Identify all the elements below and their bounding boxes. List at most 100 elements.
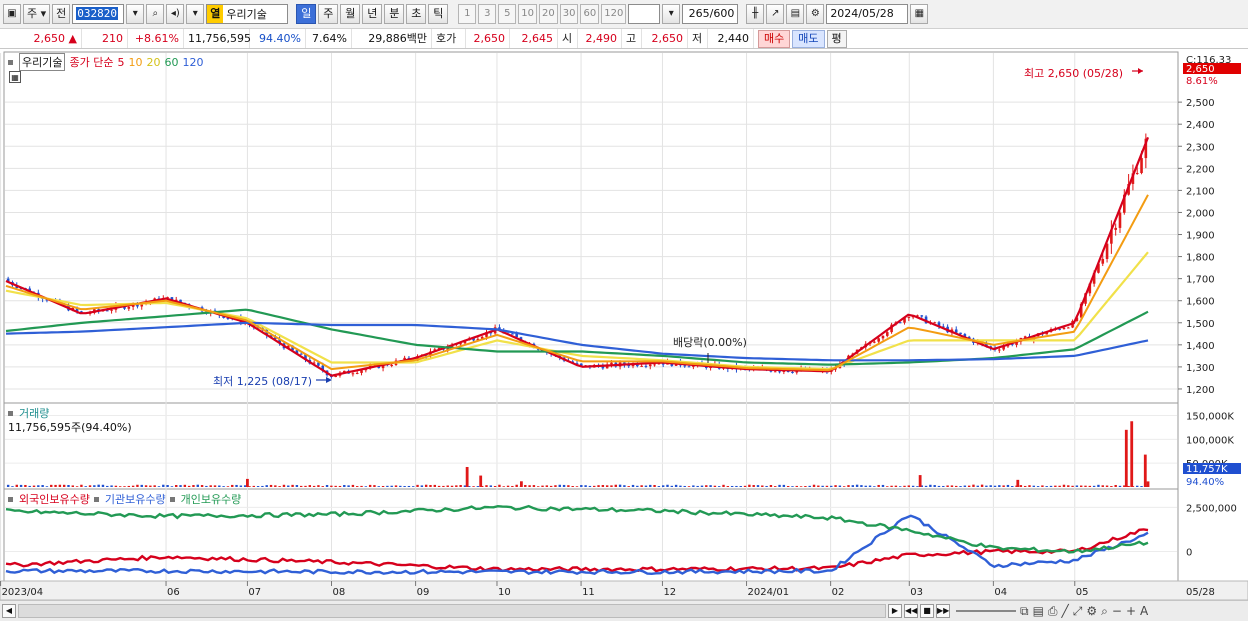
ma-60-label: 60 bbox=[164, 55, 179, 69]
sell-button[interactable]: 매도 bbox=[792, 29, 825, 48]
volume-bar bbox=[179, 485, 182, 487]
chart-canvas[interactable]: 2,500 2,400 2,300 2,200 2,100 2,000 1,900 1,800… bbox=[0, 50, 1248, 600]
date-field[interactable]: 2024/05/28 bbox=[826, 4, 909, 24]
volume-bar bbox=[666, 484, 669, 487]
volume-bar bbox=[950, 485, 954, 487]
volume-bar bbox=[368, 484, 372, 487]
volume-bar bbox=[235, 484, 238, 487]
period-minute[interactable]: 분 bbox=[384, 4, 405, 24]
scroll-left-button[interactable]: ◀ bbox=[2, 604, 16, 618]
forward-button[interactable]: ▶▶ bbox=[936, 604, 950, 618]
volume-bar bbox=[687, 486, 691, 487]
volume-bar bbox=[963, 485, 967, 487]
window-menu-icon[interactable]: ▣ bbox=[3, 4, 21, 24]
volume-bar bbox=[1002, 485, 1005, 487]
search-icon[interactable]: ⌕ bbox=[146, 4, 165, 24]
volume-bar bbox=[424, 484, 428, 487]
interval-10[interactable]: 10 bbox=[518, 4, 538, 24]
volume-bar bbox=[967, 485, 971, 487]
volume-bar bbox=[937, 485, 941, 487]
price-stock-tag[interactable]: 우리기술 bbox=[19, 53, 66, 71]
grid-toggle-icon[interactable]: ▦ bbox=[9, 71, 21, 83]
stop-button[interactable]: ■ bbox=[920, 604, 934, 618]
code-dropdown-icon[interactable]: ▾ bbox=[126, 4, 145, 24]
low-label: 저 bbox=[688, 29, 708, 48]
volume-bar bbox=[308, 485, 312, 487]
volume-bar bbox=[459, 485, 462, 487]
speaker-dropdown-icon[interactable]: ▾ bbox=[186, 4, 205, 24]
volume-bar-highlight bbox=[1016, 479, 1020, 487]
interval-30[interactable]: 30 bbox=[559, 4, 579, 24]
speaker-icon[interactable]: ◂) bbox=[166, 4, 185, 24]
auto-scale-icon[interactable]: A bbox=[1140, 604, 1148, 618]
interval-3[interactable]: 3 bbox=[478, 4, 497, 24]
stock-code-input[interactable]: 032820 bbox=[72, 4, 125, 24]
zoom-icon[interactable]: ⌕ bbox=[1101, 604, 1108, 619]
volume-bar bbox=[334, 485, 337, 487]
volume-bar bbox=[980, 484, 984, 487]
interval-dropdown-icon[interactable]: ▾ bbox=[662, 4, 681, 24]
zoom-out-icon[interactable]: − bbox=[1112, 604, 1122, 618]
prev-stock-button[interactable]: 전 bbox=[52, 4, 71, 24]
stock-name-box[interactable]: 열 우리기술 bbox=[206, 4, 289, 24]
period-second[interactable]: 초 bbox=[406, 4, 427, 24]
gear-icon[interactable]: ⚙ bbox=[806, 4, 825, 24]
interval-1[interactable]: 1 bbox=[458, 4, 477, 24]
print-icon[interactable]: ⎙ bbox=[1048, 604, 1058, 619]
volume-bar bbox=[713, 485, 717, 487]
legend-square-icon bbox=[8, 496, 13, 502]
layout-icon[interactable]: ▤ bbox=[1033, 604, 1044, 618]
chart-area[interactable]: 2,500 2,400 2,300 2,200 2,100 2,000 1,900 1,800… bbox=[0, 50, 1248, 621]
ma-20-label: 20 bbox=[146, 55, 161, 69]
volume-bar bbox=[287, 485, 290, 487]
period-year[interactable]: 년 bbox=[362, 4, 383, 24]
high-price: 2,650 bbox=[642, 29, 688, 48]
volume-bar bbox=[933, 485, 936, 487]
candle-body bbox=[351, 373, 355, 375]
average-button[interactable]: 평 bbox=[826, 29, 847, 48]
market-select[interactable]: 주 ▾ bbox=[23, 4, 51, 24]
volume-bar bbox=[403, 486, 406, 487]
custom-interval-input[interactable] bbox=[628, 4, 661, 24]
volume-bar bbox=[774, 486, 777, 487]
volume-bar bbox=[101, 484, 105, 487]
interval-20[interactable]: 20 bbox=[539, 4, 558, 24]
copy-icon[interactable]: ⧉ bbox=[1020, 604, 1029, 619]
calendar-icon[interactable]: ▦ bbox=[910, 4, 929, 24]
volume-bar bbox=[709, 485, 712, 487]
stock-tag-badge: 열 bbox=[207, 5, 224, 23]
interval-60[interactable]: 60 bbox=[580, 4, 600, 24]
zoom-in-icon[interactable]: + bbox=[1126, 604, 1136, 618]
volume-bar bbox=[795, 485, 798, 487]
volume-bar bbox=[19, 484, 23, 487]
buy-button[interactable]: 매수 bbox=[758, 29, 791, 48]
settings-small-icon[interactable]: ⚙ bbox=[1086, 604, 1097, 618]
zoom-slider[interactable] bbox=[956, 610, 1016, 612]
line-tool-icon[interactable]: ╱ bbox=[1062, 604, 1069, 618]
volume-bar bbox=[782, 484, 786, 487]
save-icon[interactable]: ▤ bbox=[786, 4, 805, 24]
volume-bar bbox=[623, 485, 626, 487]
volume-bar bbox=[618, 484, 622, 487]
volume-bar bbox=[437, 485, 441, 487]
period-tick[interactable]: 틱 bbox=[428, 4, 449, 24]
scroll-right-button[interactable]: ▶ bbox=[888, 604, 902, 618]
interval-5[interactable]: 5 bbox=[498, 4, 517, 24]
volume-bar bbox=[545, 485, 549, 487]
scroll-track[interactable] bbox=[18, 604, 886, 618]
volume-bar bbox=[765, 485, 768, 487]
trend-tool-icon[interactable]: ⤢ bbox=[1073, 604, 1083, 619]
period-day[interactable]: 일 bbox=[296, 4, 317, 24]
volume-bar bbox=[1118, 485, 1122, 487]
volume-bar bbox=[209, 485, 212, 487]
draw-tool-icon[interactable]: ↗ bbox=[766, 4, 785, 24]
period-month[interactable]: 월 bbox=[340, 4, 361, 24]
data-count-field[interactable]: 265/600 bbox=[682, 4, 739, 24]
period-week[interactable]: 주 bbox=[318, 4, 339, 24]
candle-body bbox=[1135, 173, 1139, 175]
candle-type-icon[interactable]: ╫ bbox=[746, 4, 765, 24]
interval-120[interactable]: 120 bbox=[601, 4, 627, 24]
volume-bar bbox=[929, 484, 932, 487]
rewind-button[interactable]: ◀◀ bbox=[904, 604, 918, 618]
volume-bar bbox=[649, 484, 652, 487]
